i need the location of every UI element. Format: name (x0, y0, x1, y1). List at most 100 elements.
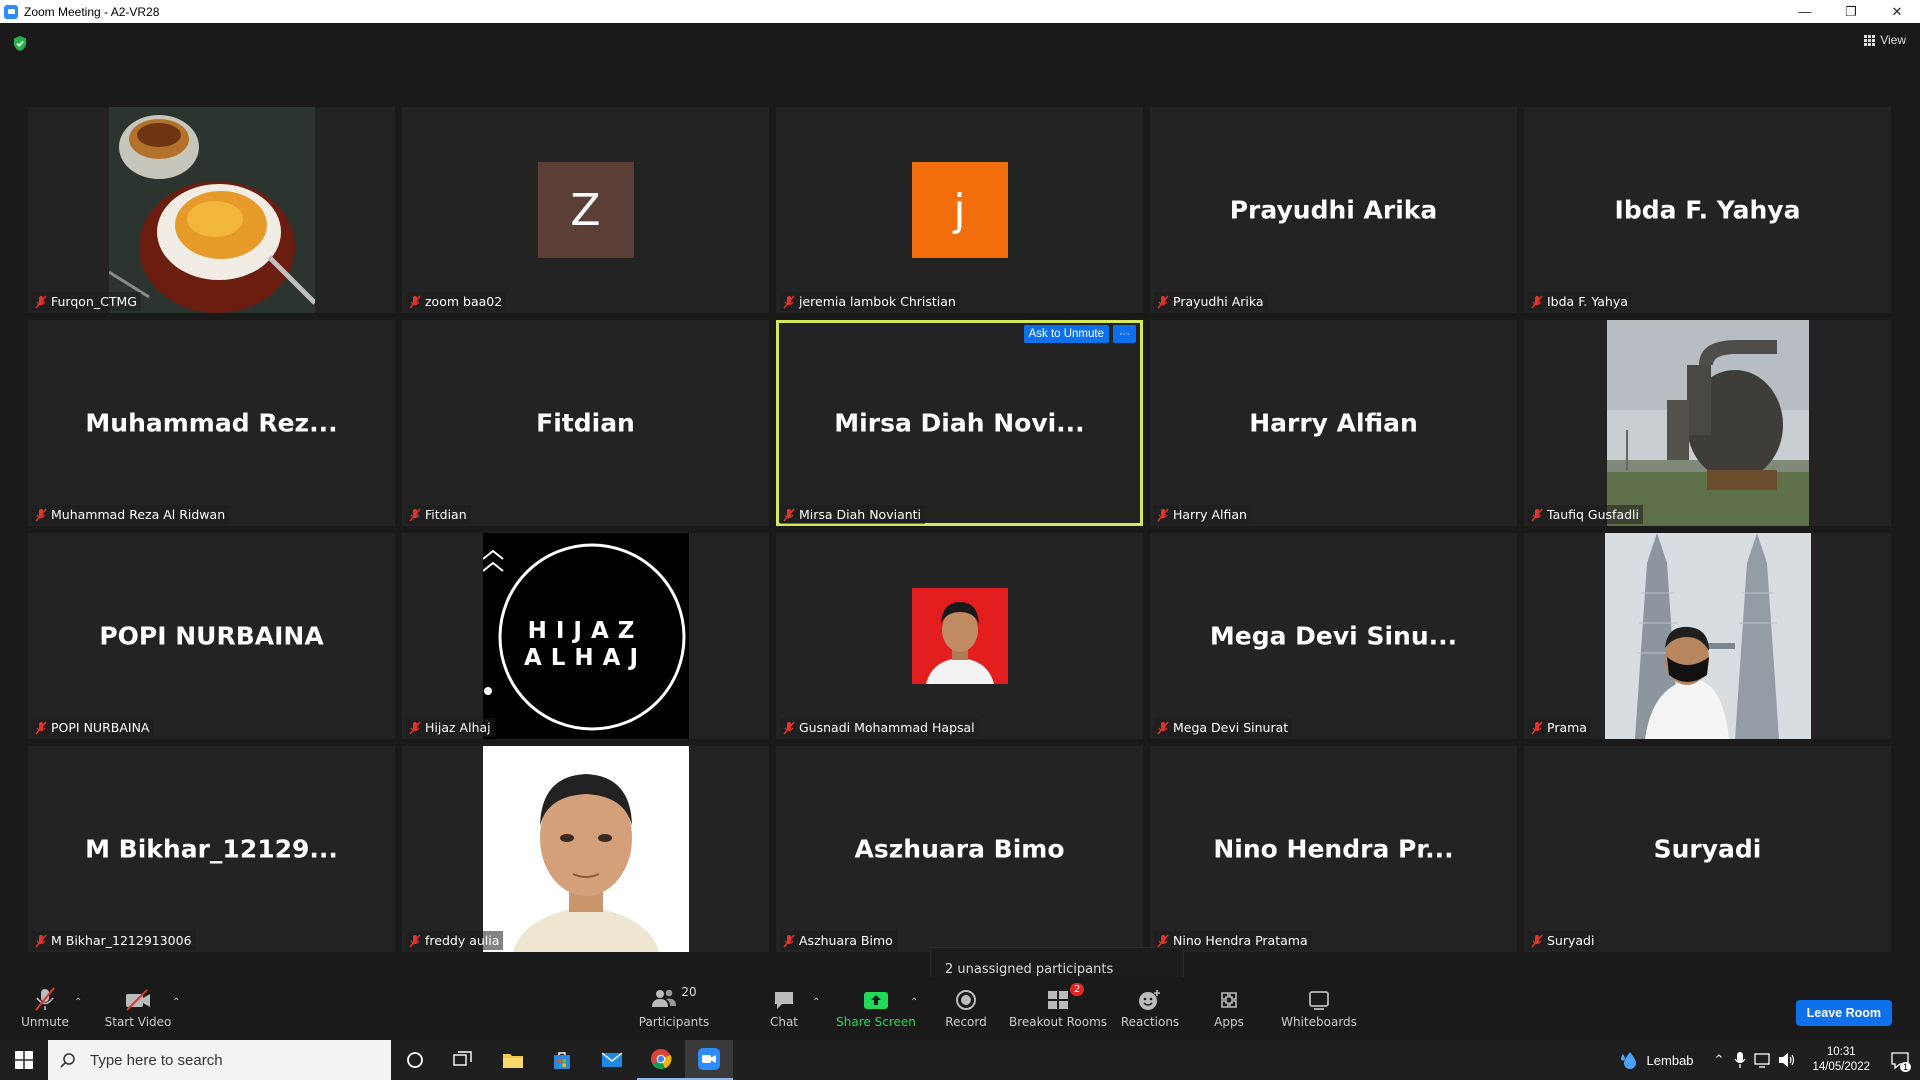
mic-muted-icon (1157, 934, 1169, 947)
close-button[interactable]: ✕ (1874, 0, 1920, 23)
task-view-icon (453, 1051, 472, 1066)
participant-tile[interactable]: Muhammad Rez... Muhammad Reza Al Ridwan (28, 320, 395, 526)
system-tray: Lembab ⌃ 10:31 14/05/2022 1 (1619, 1040, 1920, 1080)
start-video-label: Start Video (104, 1015, 172, 1029)
leave-room-button[interactable]: Leave Room (1795, 1000, 1892, 1026)
volume-icon[interactable] (1778, 1052, 1796, 1068)
participant-tile[interactable]: Z zoom baa02 (402, 107, 769, 313)
weather-label[interactable]: Lembab (1647, 1053, 1694, 1068)
participant-tile[interactable]: Furqon_CTMG (28, 107, 395, 313)
share-options-chevron-up-icon[interactable]: ⌃ (910, 997, 918, 1008)
cortana-circle-icon (407, 1052, 423, 1068)
participant-name: Mega Devi Sinurat (1173, 720, 1289, 735)
participant-tile[interactable]: Harry Alfian Harry Alfian (1150, 320, 1517, 526)
participant-name-label: Ibda F. Yahya (1528, 292, 1632, 311)
logo-line-2: ALHAJ (523, 645, 648, 671)
record-label: Record (945, 1015, 987, 1029)
breakout-rooms-button[interactable]: 2 Breakout Rooms (1009, 983, 1107, 1029)
participant-tile[interactable]: M Bikhar_12129... M Bikhar_1212913006 (28, 746, 395, 952)
windows-start-button[interactable] (0, 1040, 48, 1080)
taskbar-clock[interactable]: 10:31 14/05/2022 (1812, 1045, 1870, 1075)
participant-tile[interactable]: Suryadi Suryadi (1524, 746, 1891, 952)
minimize-button[interactable]: — (1782, 0, 1828, 23)
participant-name-label: freddy aulia (406, 931, 504, 950)
mic-muted-icon (35, 508, 47, 521)
participant-tile[interactable]: Taufiq Gusfadli (1524, 320, 1891, 526)
windows-logo-icon (15, 1051, 33, 1069)
cortana-button[interactable] (391, 1040, 439, 1080)
participant-name-label: POPI NURBAINA (32, 718, 154, 737)
task-view-button[interactable] (439, 1040, 487, 1080)
weather-icon[interactable] (1619, 1050, 1641, 1070)
restore-button[interactable]: ❐ (1828, 0, 1874, 23)
start-video-button[interactable]: Start Video (104, 985, 172, 1029)
profile-photo-towers (1604, 533, 1811, 739)
microphone-icon[interactable] (1734, 1052, 1746, 1068)
participant-tile[interactable]: Gusnadi Mohammad Hapsal (776, 533, 1143, 739)
active-speaker-tile[interactable]: Ask to Unmute ··· Mirsa Diah Novi... Mir… (776, 320, 1143, 526)
notification-center-button[interactable]: 1 (1880, 1040, 1920, 1080)
mic-muted-icon (783, 721, 795, 734)
taskbar-chrome[interactable] (637, 1040, 685, 1080)
unmute-button[interactable]: Unmute (21, 985, 69, 1029)
participant-tile[interactable]: Prama (1524, 533, 1891, 739)
unmute-label: Unmute (21, 1015, 69, 1029)
grid-icon (1864, 34, 1876, 46)
smiley-plus-icon (1139, 990, 1160, 1010)
chat-options-chevron-up-icon[interactable]: ⌃ (812, 997, 820, 1008)
participant-name: M Bikhar_1212913006 (51, 933, 192, 948)
participants-label: Participants (638, 1015, 710, 1029)
taskbar-mail[interactable] (588, 1040, 636, 1080)
audio-options-chevron-up-icon[interactable]: ⌃ (74, 997, 82, 1008)
view-button[interactable]: View (1864, 33, 1906, 47)
participant-tile[interactable]: freddy aulia (402, 746, 769, 952)
participant-tile[interactable]: HIJAZ ALHAJ Hijaz Alhaj (402, 533, 769, 739)
participant-tile[interactable]: Mega Devi Sinu... Mega Devi Sinurat (1150, 533, 1517, 739)
participant-name: freddy aulia (425, 933, 500, 948)
participant-tile[interactable]: POPI NURBAINA POPI NURBAINA (28, 533, 395, 739)
mic-muted-icon (1157, 721, 1169, 734)
participant-name: Furqon_CTMG (51, 294, 137, 309)
video-options-chevron-up-icon[interactable]: ⌃ (172, 997, 180, 1008)
breakout-rooms-icon (1048, 991, 1068, 1009)
store-bag-icon (554, 1052, 570, 1069)
participant-display-name: Harry Alfian (1249, 408, 1418, 438)
taskbar-file-explorer[interactable] (489, 1040, 537, 1080)
taskbar-zoom[interactable] (685, 1040, 733, 1080)
participant-tile[interactable]: Ibda F. Yahya Ibda F. Yahya (1524, 107, 1891, 313)
mic-muted-icon (783, 934, 795, 947)
participant-tile[interactable]: Prayudhi Arika Prayudhi Arika (1150, 107, 1517, 313)
participants-button[interactable]: 20 Participants (638, 985, 710, 1029)
tray-chevron-up-icon[interactable]: ⌃ (1714, 1052, 1725, 1068)
ask-to-unmute-button[interactable]: Ask to Unmute (1023, 325, 1109, 343)
share-screen-button[interactable]: Share Screen (836, 985, 916, 1029)
participant-name: Prayudhi Arika (1173, 294, 1264, 309)
whiteboards-button[interactable]: Whiteboards (1281, 985, 1357, 1029)
participant-name: zoom baa02 (425, 294, 503, 309)
share-screen-label: Share Screen (836, 1015, 916, 1029)
video-off-icon (126, 989, 150, 1011)
more-options-button[interactable]: ··· (1113, 325, 1136, 343)
participant-name: jeremia lambok Christian (799, 294, 956, 309)
reactions-button[interactable]: Reactions (1121, 985, 1179, 1029)
participant-tile[interactable]: Aszhuara Bimo Aszhuara Bimo (776, 746, 1143, 952)
profile-photo-food (108, 107, 315, 313)
participant-tile[interactable]: j jeremia lambok Christian (776, 107, 1143, 313)
network-icon[interactable] (1754, 1052, 1772, 1068)
taskbar-search-box[interactable]: Type here to search (48, 1040, 391, 1080)
profile-photo-industrial (1606, 320, 1809, 526)
mic-muted-icon (1157, 508, 1169, 521)
participants-icon (652, 989, 677, 1007)
participant-name-label: Muhammad Reza Al Ridwan (32, 505, 230, 524)
apps-button[interactable]: Apps (1211, 985, 1247, 1029)
record-button[interactable]: Record (944, 985, 988, 1029)
avatar-initial: j (953, 184, 966, 236)
participant-display-name: Mirsa Diah Novi... (834, 408, 1085, 438)
mic-muted-icon (1157, 295, 1169, 308)
chrome-icon (651, 1049, 672, 1070)
chat-button[interactable]: Chat (766, 985, 802, 1029)
participant-tile[interactable]: Nino Hendra Pr... Nino Hendra Pratama (1150, 746, 1517, 952)
participant-tile[interactable]: Fitdian Fitdian (402, 320, 769, 526)
encryption-shield-icon[interactable] (12, 35, 28, 57)
taskbar-store[interactable] (538, 1040, 586, 1080)
